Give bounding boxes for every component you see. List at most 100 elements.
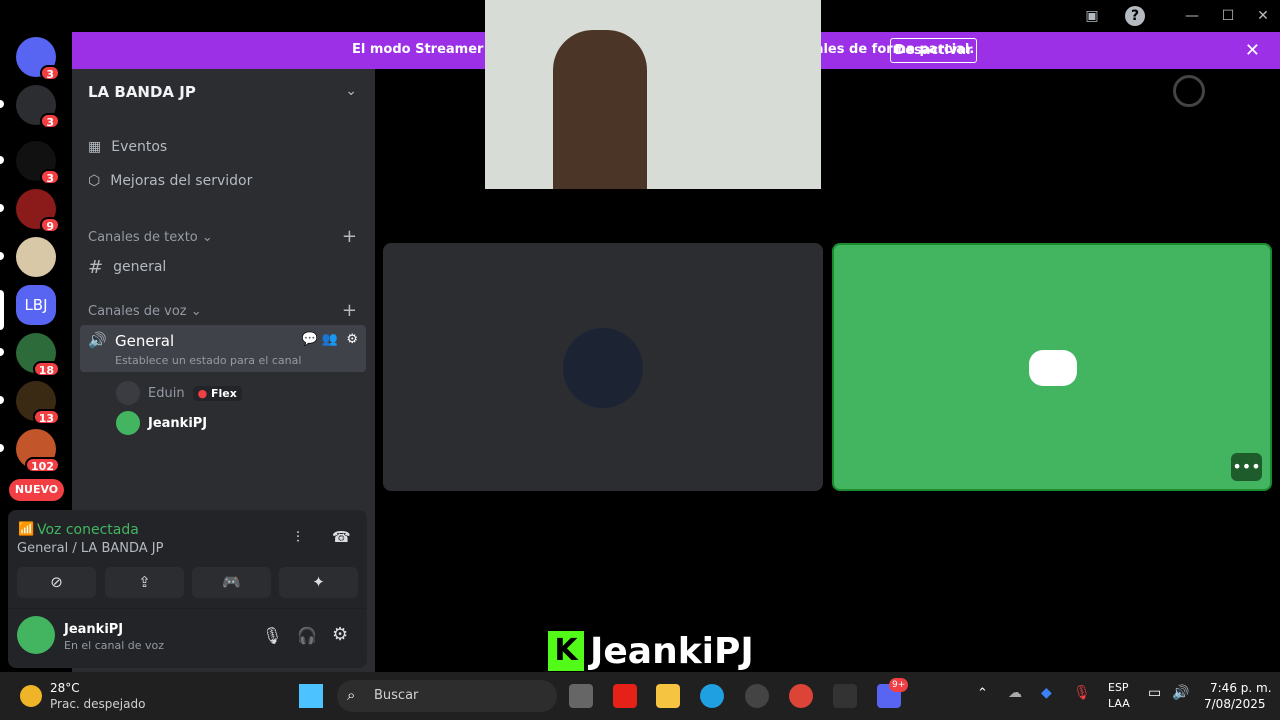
participant-tile-speaking[interactable]: ••• (832, 243, 1272, 491)
voice-channel-general[interactable]: 🔊 General Establece un estado para el ca… (80, 325, 366, 372)
hashtag-icon: # (88, 256, 104, 278)
edge-icon[interactable] (700, 684, 724, 708)
text-category[interactable]: Canales de texto ⌄ (88, 230, 213, 245)
chrome-icon[interactable] (789, 684, 813, 708)
close-icon[interactable]: ✕ (1245, 40, 1260, 61)
minimize-button[interactable]: — (1182, 6, 1202, 26)
user-avatar[interactable] (17, 616, 55, 654)
youtube-icon[interactable] (613, 684, 637, 708)
discord-badge: 9+ (889, 678, 909, 692)
guild-icon[interactable]: 3 (16, 141, 60, 185)
guild-icon[interactable]: 3 (16, 85, 60, 129)
participant-tile[interactable] (383, 243, 823, 491)
screen-share-icon[interactable]: ▣ (1082, 6, 1102, 26)
server-name[interactable]: LA BANDA JP (88, 83, 196, 101)
more-options-icon[interactable]: ••• (1231, 453, 1262, 481)
chevron-up-icon[interactable]: ⌃ (977, 686, 988, 701)
close-window-button[interactable]: ✕ (1253, 6, 1273, 26)
server-boosts-item[interactable]: ⬡ Mejoras del servidor (88, 167, 252, 195)
mic-tray-icon[interactable]: 🎙 (1073, 685, 1091, 701)
windows-start-icon[interactable] (299, 684, 323, 708)
defender-icon[interactable]: ◆ (1041, 685, 1052, 701)
new-badge: NUEVO (9, 479, 64, 501)
boosts-label: Mejoras del servidor (110, 173, 253, 189)
member-name: JeankiPJ (148, 415, 208, 431)
avatar (116, 381, 140, 405)
discord-home-icon[interactable]: 3 (16, 37, 60, 81)
chevron-down-icon[interactable]: ⌄ (345, 83, 357, 99)
calendar-icon: ▦ (88, 139, 102, 155)
weather-text[interactable]: Prac. despejado (50, 697, 145, 711)
unread-pill (0, 396, 4, 404)
speaker-icon: 🔊 (88, 331, 107, 349)
channel-general[interactable]: # general (88, 253, 166, 281)
chat-icon[interactable]: 💬 (302, 332, 318, 347)
add-voice-channel-icon[interactable]: + (342, 300, 357, 321)
guild-badge: 18 (32, 361, 60, 377)
settings-icon[interactable]: ⚙ (346, 332, 358, 347)
soundboard-button[interactable]: ✦ (279, 567, 358, 598)
clock-date[interactable]: 7/08/2025 (1204, 697, 1266, 711)
screen-share-button[interactable]: ⇪ (105, 567, 184, 598)
maximize-button[interactable]: ☐ (1218, 6, 1238, 26)
kick-app-icon[interactable] (833, 684, 857, 708)
events-label: Eventos (111, 139, 168, 155)
search-icon: ⌕ (347, 686, 356, 704)
search-bar[interactable]: ⌕ Buscar (337, 680, 557, 712)
username[interactable]: JeankiPJ (64, 622, 123, 637)
task-view-icon[interactable] (569, 684, 593, 708)
weather-icon[interactable] (20, 685, 42, 707)
temperature[interactable]: 28°C (50, 681, 80, 695)
disconnect-icon[interactable]: ☎ (332, 528, 351, 546)
events-item[interactable]: ▦ Eventos (88, 133, 167, 161)
guild-icon-lbj[interactable]: LBJ (16, 285, 56, 325)
voice-member[interactable]: Eduin ● Flex (116, 381, 242, 405)
obs-icon[interactable] (745, 684, 769, 708)
activity-tag: ● Flex (192, 385, 242, 401)
guild-icon[interactable]: 9 (16, 189, 60, 233)
invite-icon[interactable]: 👥 (322, 332, 338, 347)
boost-icon: ⬡ (88, 173, 101, 189)
network-icon[interactable]: ▭ (1148, 685, 1161, 701)
channel-status[interactable]: Establece un estado para el canal (115, 354, 301, 367)
noise-suppression-icon[interactable]: ⫶ (296, 528, 300, 546)
unread-pill (0, 252, 4, 260)
voice-status[interactable]: Voz conectada (37, 522, 139, 538)
guild-icon[interactable]: 18 (16, 333, 60, 377)
voice-panel: 📶 Voz conectada General / LA BANDA JP ⫶ … (8, 510, 367, 668)
help-icon[interactable]: ? (1125, 6, 1145, 26)
user-settings-icon[interactable]: ⚙ (332, 624, 348, 645)
clock-time[interactable]: 7:46 p. m. (1210, 681, 1272, 695)
activity-button[interactable]: 🎮 (192, 567, 271, 598)
tag-label: Flex (211, 386, 237, 400)
discord-taskbar-icon[interactable]: 9+ (877, 678, 909, 708)
headphones-icon[interactable]: 🎧 (297, 626, 317, 645)
voice-channel-name: General (115, 332, 175, 350)
avatar (116, 411, 140, 435)
guild-icon[interactable] (16, 237, 56, 277)
guild-icon[interactable]: 13 (16, 381, 60, 425)
stream-name-overlay: K JeankiPJ (548, 630, 754, 672)
discord-logo-icon (1029, 350, 1077, 386)
unread-pill (0, 348, 4, 356)
keyboard-layout[interactable]: LAA (1108, 697, 1130, 710)
guild-badge: 9 (40, 217, 60, 233)
webcam-overlay (485, 0, 821, 189)
guild-badge: 13 (32, 409, 60, 425)
camera-off-button[interactable]: ⊘ (17, 567, 96, 598)
unread-pill (0, 204, 4, 212)
guild-icon[interactable]: 102 (16, 429, 60, 473)
voice-member[interactable]: JeankiPJ (116, 411, 207, 435)
voice-category[interactable]: Canales de voz ⌄ (88, 304, 202, 319)
microphone-icon[interactable]: 🎙 (262, 626, 282, 645)
deactivate-button[interactable]: Desactivar (890, 38, 977, 63)
unread-pill (0, 100, 4, 108)
volume-icon[interactable]: 🔊 (1172, 685, 1189, 701)
search-placeholder: Buscar (374, 688, 419, 703)
language-code[interactable]: ESP (1108, 681, 1129, 694)
onedrive-icon[interactable]: ☁ (1008, 685, 1022, 701)
voice-location[interactable]: General / LA BANDA JP (17, 541, 163, 556)
add-text-channel-icon[interactable]: + (342, 226, 357, 247)
file-explorer-icon[interactable] (656, 684, 680, 708)
category-label: Canales de voz (88, 304, 187, 319)
